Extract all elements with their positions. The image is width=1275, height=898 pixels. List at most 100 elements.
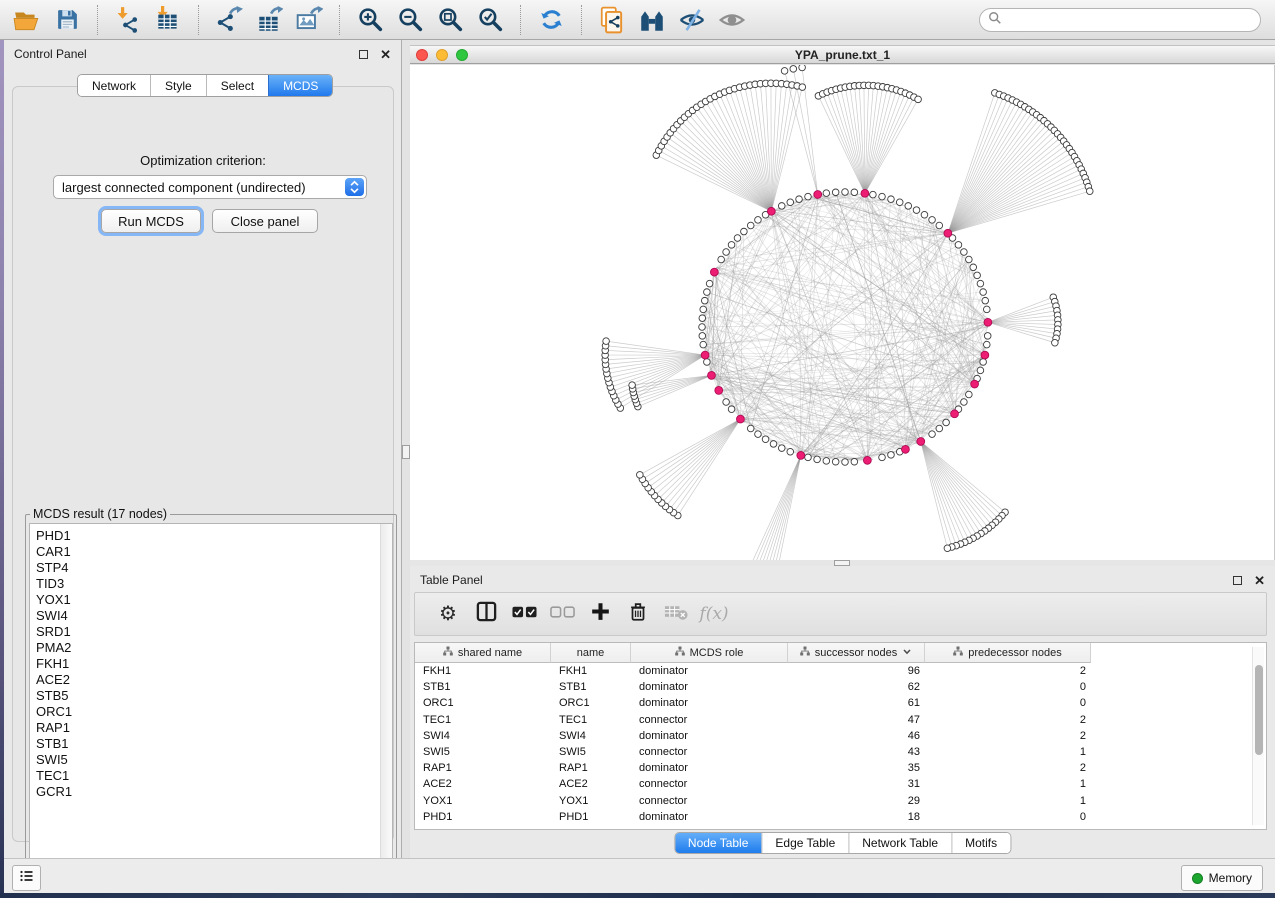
first-neighbors-icon — [638, 7, 666, 33]
table-row[interactable]: SWI4SWI4dominator462 — [415, 728, 1091, 744]
search-input[interactable] — [1002, 11, 1260, 29]
export-network-button[interactable] — [209, 3, 249, 37]
deselect-all-checkboxes-button[interactable] — [543, 596, 581, 632]
zoom-in-button[interactable] — [350, 3, 390, 37]
mcds-result-item[interactable]: YOX1 — [30, 592, 392, 608]
table-scrollbar[interactable] — [1252, 647, 1264, 825]
table-cell: YOX1 — [415, 795, 551, 807]
main-toolbar — [0, 0, 1275, 40]
close-panel-button[interactable]: Close panel — [212, 209, 318, 233]
optimization-criterion-dropdown[interactable]: largest connected component (undirected) — [53, 175, 367, 199]
tab-network-table[interactable]: Network Table — [848, 833, 951, 853]
control-panel-titlebar[interactable]: Control Panel ✕ — [4, 40, 401, 68]
first-neighbors-button[interactable] — [632, 3, 672, 37]
column-header-successor-nodes[interactable]: successor nodes — [788, 643, 925, 663]
close-panel-icon[interactable]: ✕ — [380, 48, 391, 61]
zoom-out-button[interactable] — [390, 3, 430, 37]
hide-selected-button[interactable] — [672, 3, 712, 37]
tab-style[interactable]: Style — [150, 75, 206, 96]
mcds-result-item[interactable]: TID3 — [30, 576, 392, 592]
table-cell: 1 — [925, 778, 1091, 790]
memory-button[interactable]: Memory — [1181, 865, 1263, 891]
tab-motifs[interactable]: Motifs — [951, 833, 1010, 853]
float-table-panel-icon[interactable] — [1233, 576, 1242, 585]
column-header-name[interactable]: name — [551, 643, 631, 663]
table-cell: 2 — [925, 714, 1091, 726]
mcds-result-item[interactable]: GCR1 — [30, 784, 392, 800]
open-session-button[interactable] — [7, 3, 47, 37]
tab-select[interactable]: Select — [206, 75, 268, 96]
mcds-result-item[interactable]: PMA2 — [30, 640, 392, 656]
mcds-result-item[interactable]: ORC1 — [30, 704, 392, 720]
export-table-button[interactable] — [249, 3, 289, 37]
new-network-from-selection-button[interactable] — [592, 3, 632, 37]
table-row[interactable]: YOX1YOX1connector291 — [415, 793, 1091, 809]
mcds-result-item[interactable]: STB1 — [30, 736, 392, 752]
import-table-button[interactable] — [148, 3, 188, 37]
mcds-result-item[interactable]: TEC1 — [30, 768, 392, 784]
zoom-selected-button[interactable] — [470, 3, 510, 37]
vertical-splitter[interactable] — [402, 40, 410, 858]
tab-edge-table[interactable]: Edge Table — [761, 833, 848, 853]
zoom-fit-button[interactable] — [430, 3, 470, 37]
table-row[interactable]: SWI5SWI5connector431 — [415, 744, 1091, 760]
column-header-MCDS-role[interactable]: MCDS role — [631, 643, 788, 663]
run-mcds-button[interactable]: Run MCDS — [101, 209, 201, 233]
mcds-result-item[interactable]: SRD1 — [30, 624, 392, 640]
export-image-button[interactable] — [289, 3, 329, 37]
export-table-icon — [255, 6, 283, 34]
column-header-predecessor-nodes[interactable]: predecessor nodes — [925, 643, 1091, 663]
column-header-shared-name[interactable]: shared name — [415, 643, 551, 663]
select-all-checkboxes-icon — [512, 605, 537, 623]
create-column-plus-button[interactable] — [581, 596, 619, 632]
table-row[interactable]: FKH1FKH1dominator962 — [415, 663, 1091, 679]
table-row[interactable]: STB1STB1dominator620 — [415, 679, 1091, 695]
mcds-result-item[interactable]: ACE2 — [30, 672, 392, 688]
show-all-button[interactable] — [712, 3, 752, 37]
mcds-list-scrollbar[interactable] — [380, 524, 392, 881]
table-body: FKH1FKH1dominator962STB1STB1dominator620… — [415, 663, 1091, 825]
mcds-result-list[interactable]: PHD1CAR1STP4TID3YOX1SWI4SRD1PMA2FKH1ACE2… — [29, 523, 393, 882]
tab-mcds[interactable]: MCDS — [268, 75, 332, 96]
table-scrollbar-thumb[interactable] — [1255, 665, 1263, 755]
table-row[interactable]: ACE2ACE2connector311 — [415, 776, 1091, 792]
mcds-result-item[interactable]: SWI4 — [30, 608, 392, 624]
control-panel-title: Control Panel — [14, 47, 87, 61]
select-all-checkboxes-button[interactable] — [505, 596, 543, 632]
import-table-icon — [154, 6, 182, 34]
node-table: shared namenameMCDS rolesuccessor nodesp… — [414, 642, 1267, 830]
mcds-result-item[interactable]: STP4 — [30, 560, 392, 576]
table-panel-titlebar[interactable]: Table Panel ✕ — [410, 566, 1275, 594]
mcds-result-item[interactable]: STB5 — [30, 688, 392, 704]
table-row[interactable]: PHD1PHD1dominator180 — [415, 809, 1091, 825]
close-table-panel-icon[interactable]: ✕ — [1254, 574, 1265, 587]
import-network-icon — [114, 6, 142, 34]
mcds-result-item[interactable]: CAR1 — [30, 544, 392, 560]
import-network-button[interactable] — [108, 3, 148, 37]
table-cell: 46 — [788, 730, 925, 742]
toolbar-group — [524, 3, 578, 37]
network-graph[interactable] — [410, 65, 1275, 560]
mcds-result-item[interactable]: SWI5 — [30, 752, 392, 768]
table-row[interactable]: TEC1TEC1connector472 — [415, 712, 1091, 728]
refresh-button[interactable] — [531, 3, 571, 37]
delete-column-trash-button[interactable] — [619, 596, 657, 632]
tab-node-table[interactable]: Node Table — [675, 833, 762, 853]
sort-desc-icon — [902, 647, 912, 659]
float-panel-icon[interactable] — [359, 50, 368, 59]
mcds-result-item[interactable]: FKH1 — [30, 656, 392, 672]
split-view-columns-button[interactable] — [467, 596, 505, 632]
table-row[interactable]: ORC1ORC1dominator610 — [415, 695, 1091, 711]
table-cell: 47 — [788, 714, 925, 726]
table-options-gear-button[interactable]: ⚙ — [429, 596, 467, 632]
tab-network[interactable]: Network — [78, 75, 150, 96]
task-history-button[interactable] — [12, 865, 41, 891]
mcds-result-item[interactable]: RAP1 — [30, 720, 392, 736]
network-canvas[interactable] — [410, 65, 1275, 560]
mcds-result-item[interactable]: PHD1 — [30, 524, 392, 544]
search-box[interactable] — [979, 8, 1261, 32]
network-view-titlebar[interactable]: YPA_prune.txt_1 — [410, 45, 1275, 64]
save-session-button[interactable] — [47, 3, 87, 37]
table-row[interactable]: RAP1RAP1dominator352 — [415, 760, 1091, 776]
vertical-splitter-handle[interactable] — [402, 445, 410, 459]
